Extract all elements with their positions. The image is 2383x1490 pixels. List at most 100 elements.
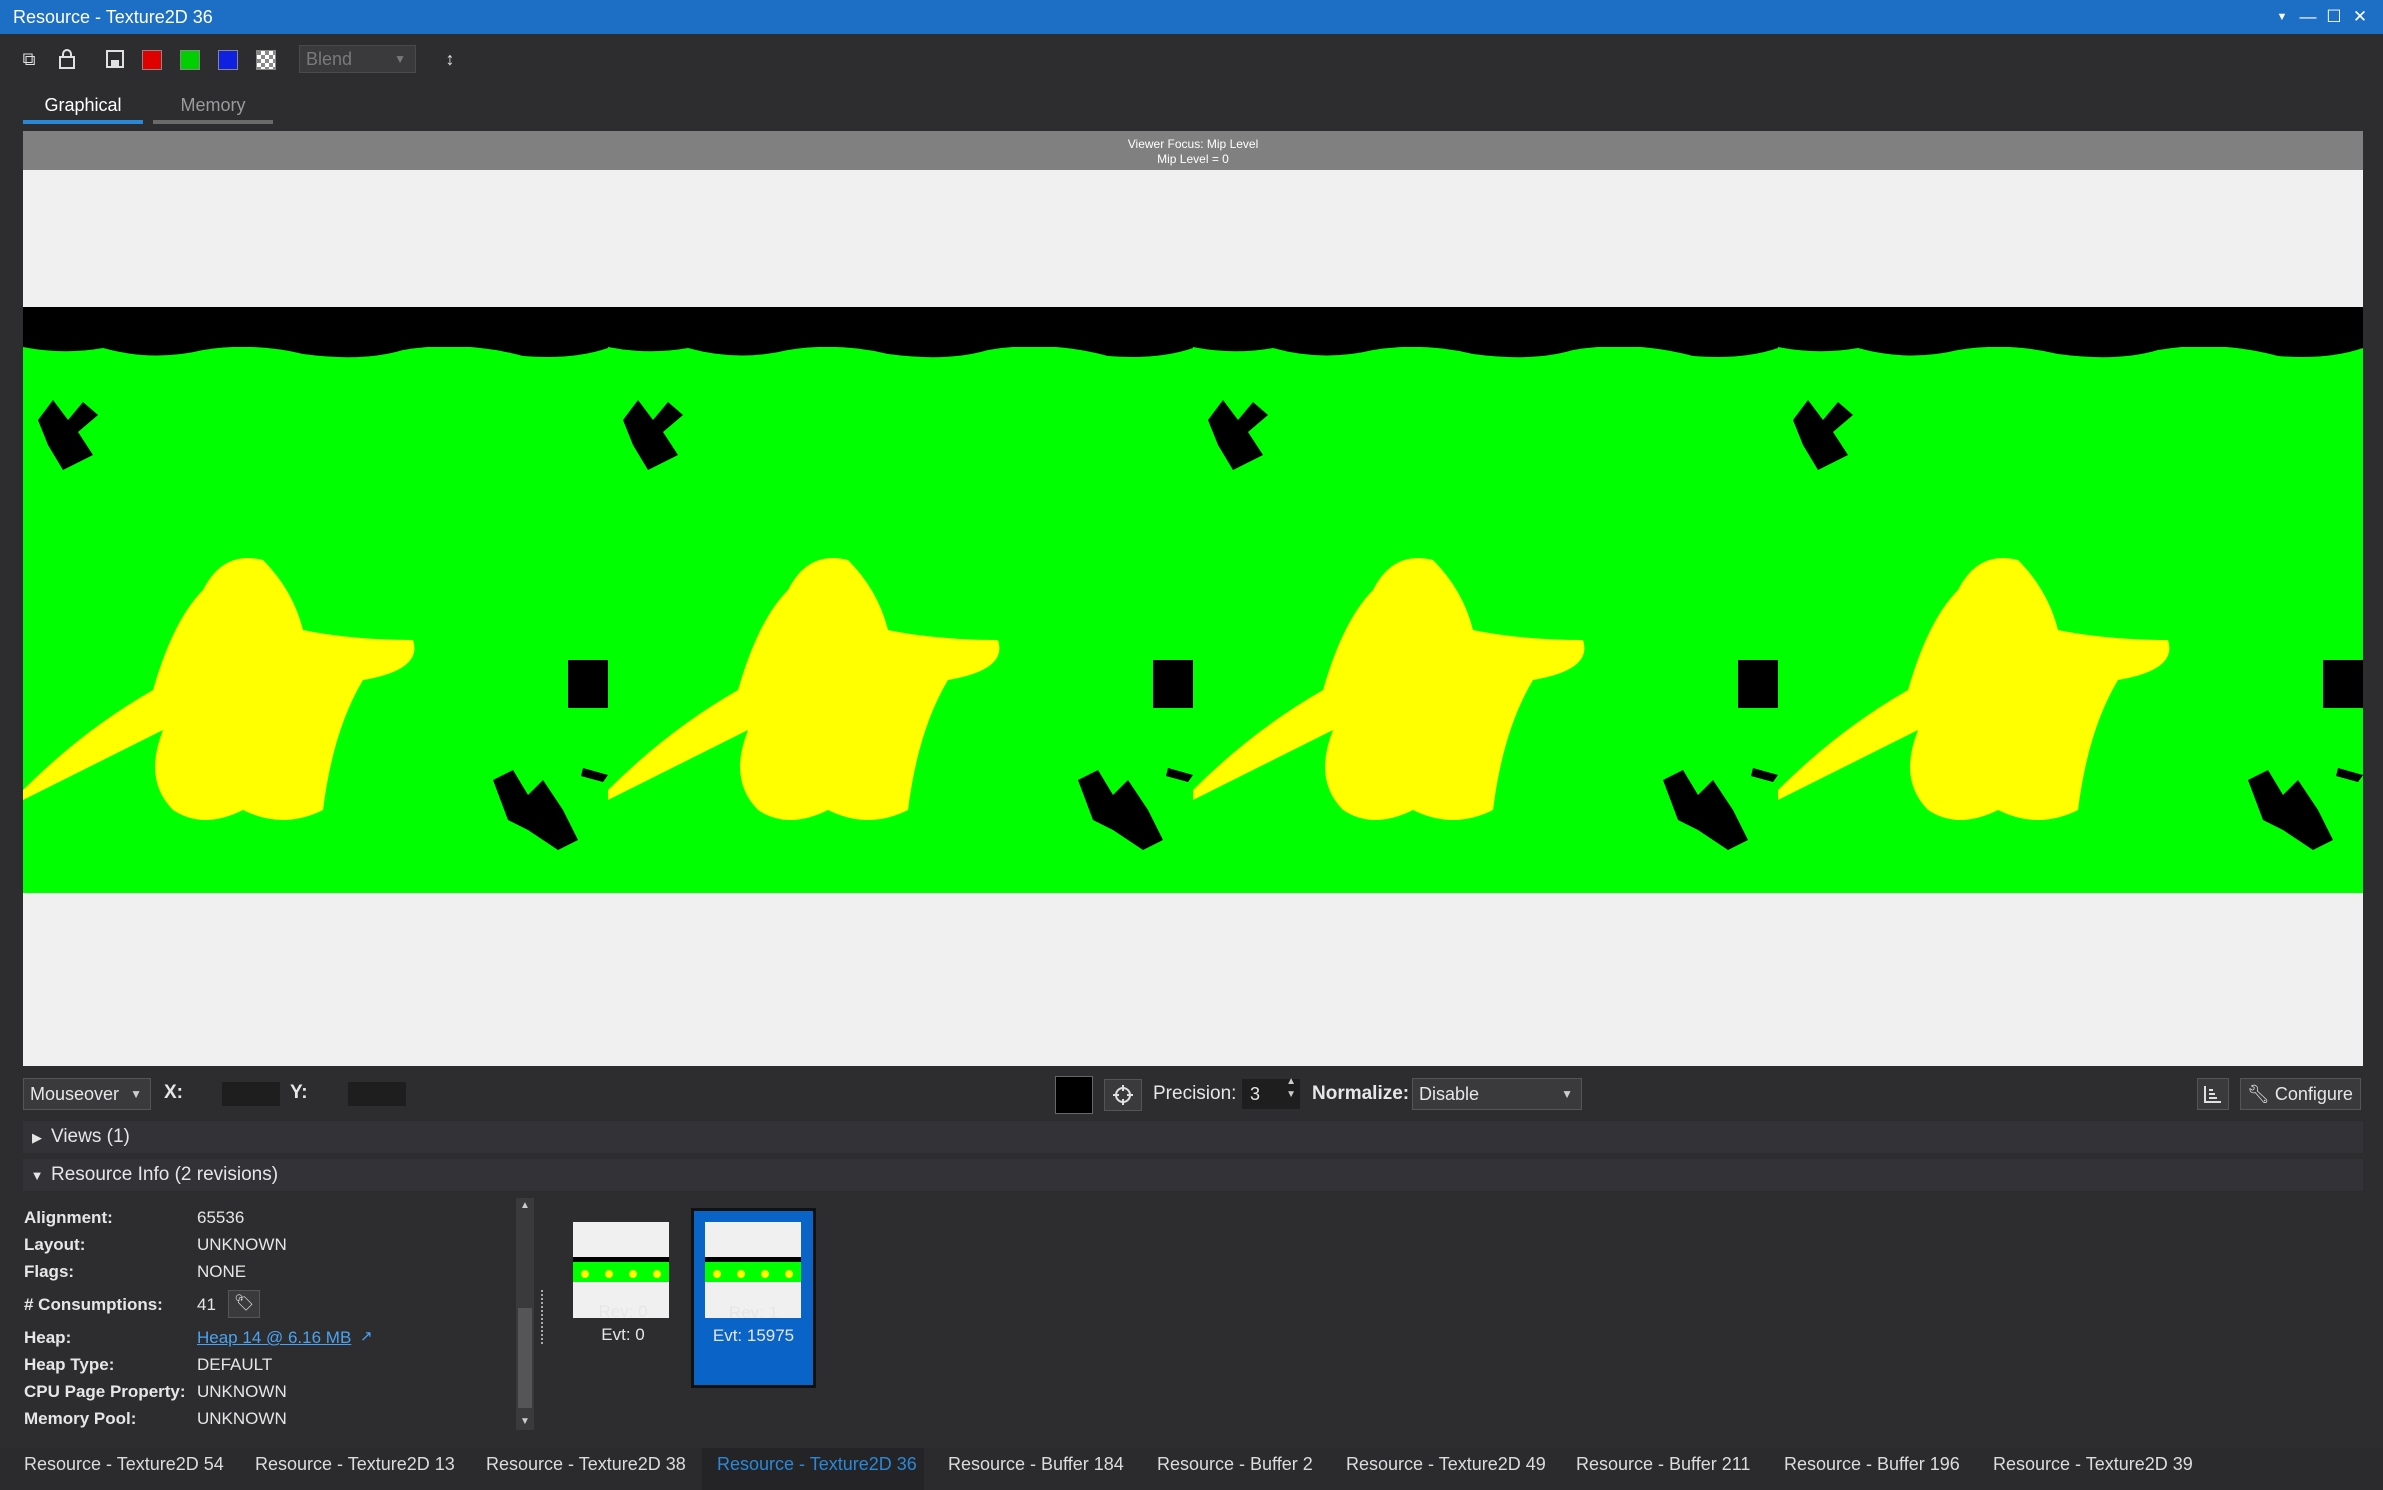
doc-tab-buffer-2[interactable]: Resource - Buffer 2 — [1157, 1454, 1313, 1475]
texture-dark-square — [2323, 660, 2363, 708]
pixel-color-swatch — [1055, 1076, 1093, 1114]
thumbnail-yellow-dot — [605, 1270, 613, 1278]
collapse-arrow-icon: ▼ — [30, 1168, 44, 1183]
texture-viewer[interactable] — [23, 170, 2363, 1066]
tab-memory[interactable]: Memory — [153, 90, 273, 124]
info-key: Memory Pool: — [24, 1409, 137, 1428]
texture-dark-square — [568, 660, 608, 708]
consumptions-tag-button[interactable]: 🏷︎ — [228, 1290, 260, 1318]
thumbnail-dark-strip — [705, 1257, 801, 1262]
minimize-icon[interactable]: — — [2296, 5, 2320, 29]
revision-card-1[interactable]: Rev: 1 Evt: 15975 — [691, 1208, 816, 1388]
window-menu-icon[interactable]: ▼ — [2270, 5, 2294, 29]
heap-link[interactable]: Heap 14 @ 6.16 MB — [197, 1328, 351, 1348]
precision-value: 3 — [1250, 1084, 1261, 1104]
title-bar: Resource - Texture2D 36 ▼ — ☐ ✕ — [0, 0, 2383, 34]
mip-level-line: Mip Level = 0 — [1157, 152, 1229, 166]
doc-tab-buffer-211[interactable]: Resource - Buffer 211 — [1576, 1454, 1750, 1475]
info-scrollbar[interactable]: ▲ ▼ — [516, 1198, 534, 1430]
maximize-icon[interactable]: ☐ — [2322, 5, 2346, 29]
scroll-up-icon[interactable]: ▲ — [516, 1198, 534, 1214]
blend-dropdown[interactable]: Blend ▼ — [299, 45, 416, 73]
copy-icon[interactable]: ⧉ — [14, 45, 44, 73]
blend-label: Blend — [306, 49, 353, 69]
scrollbar-thumb[interactable] — [518, 1308, 532, 1408]
external-link-icon[interactable]: ↗ — [360, 1327, 373, 1345]
doc-tab-texture2d-39[interactable]: Resource - Texture2D 39 — [1993, 1454, 2193, 1475]
doc-tab-texture2d-36[interactable]: Resource - Texture2D 36 — [717, 1454, 917, 1475]
normalize-dropdown[interactable]: Disable ▼ — [1412, 1078, 1582, 1110]
info-value: DEFAULT — [197, 1355, 273, 1374]
precision-label: Precision: — [1153, 1083, 1237, 1104]
scroll-down-icon[interactable]: ▼ — [516, 1414, 534, 1430]
blue-channel-toggle[interactable] — [218, 50, 238, 70]
info-value: UNKNOWN — [197, 1409, 287, 1428]
info-value: 65536 — [197, 1208, 245, 1227]
y-label: Y: — [290, 1082, 308, 1103]
pixel-picker-button[interactable] — [1104, 1079, 1142, 1111]
green-channel-toggle[interactable] — [180, 50, 200, 70]
texture-image — [23, 307, 2363, 893]
texture-dark-strip — [23, 307, 2363, 347]
info-value: UNKNOWN — [197, 1382, 287, 1401]
splitter-handle[interactable] — [541, 1290, 549, 1344]
resource-info-title: Resource Info (2 revisions) — [51, 1164, 279, 1185]
info-key: Heap: — [24, 1328, 72, 1347]
texture-dark-square — [1738, 660, 1778, 708]
alpha-channel-toggle[interactable] — [256, 50, 276, 70]
wrench-icon: 🔧︎ — [2247, 1084, 2270, 1104]
info-key: # Consumptions: — [24, 1295, 163, 1314]
histogram-button[interactable] — [2197, 1078, 2229, 1110]
texture-dark-square — [1153, 660, 1193, 708]
doc-tab-texture2d-54[interactable]: Resource - Texture2D 54 — [24, 1454, 224, 1475]
mouseover-dropdown[interactable]: Mouseover ▼ — [23, 1078, 151, 1110]
expand-arrow-icon: ▶ — [32, 1130, 42, 1145]
configure-button[interactable]: 🔧︎ Configure — [2240, 1078, 2361, 1110]
info-key: Alignment: — [24, 1208, 113, 1227]
save-icon[interactable] — [100, 45, 130, 73]
x-coordinate-field — [222, 1082, 280, 1106]
info-value: UNKNOWN — [197, 1235, 287, 1254]
viewer-focus-line: Viewer Focus: Mip Level — [1127, 137, 1259, 151]
info-value: NONE — [197, 1262, 247, 1281]
revision-event: Evt: 15975 — [712, 1326, 795, 1345]
close-icon[interactable]: ✕ — [2348, 5, 2372, 29]
thumbnail-yellow-dot — [713, 1270, 721, 1278]
window-title: Resource - Texture2D 36 — [13, 7, 213, 27]
info-key: Heap Type: — [24, 1355, 115, 1374]
lock-icon[interactable] — [52, 45, 82, 73]
chevron-down-icon: ▼ — [130, 1087, 142, 1101]
views-title: Views (1) — [51, 1126, 130, 1147]
revision-number: Rev: 0 — [598, 1302, 648, 1321]
vertical-flip-icon[interactable]: ↕ — [435, 45, 465, 73]
x-label: X: — [164, 1082, 183, 1103]
viewer-focus-header: Viewer Focus: Mip Level Mip Level = 0 — [23, 131, 2363, 170]
doc-tab-texture2d-38[interactable]: Resource - Texture2D 38 — [486, 1454, 686, 1475]
thumbnail-yellow-dot — [653, 1270, 661, 1278]
normalize-value: Disable — [1419, 1084, 1480, 1104]
chevron-down-icon: ▼ — [1561, 1087, 1573, 1101]
doc-tab-buffer-184[interactable]: Resource - Buffer 184 — [948, 1454, 1124, 1475]
tab-graphical[interactable]: Graphical — [23, 90, 143, 124]
resource-info-section-header[interactable]: ▼ Resource Info (2 revisions) — [23, 1159, 2363, 1191]
doc-tab-texture2d-49[interactable]: Resource - Texture2D 49 — [1346, 1454, 1546, 1475]
views-section-header[interactable]: ▶ Views (1) — [23, 1121, 2363, 1153]
revision-card-0[interactable]: Rev: 0 Evt: 0 — [563, 1210, 683, 1385]
mode-label: Mouseover — [30, 1084, 120, 1104]
info-key: Flags: — [24, 1262, 75, 1281]
red-channel-toggle[interactable] — [142, 50, 162, 70]
normalize-label: Normalize: — [1312, 1083, 1410, 1104]
thumbnail-yellow-dot — [785, 1270, 793, 1278]
spinner-icon[interactable]: ▲ ▼ — [1286, 1075, 1296, 1101]
histogram-icon — [2204, 1086, 2221, 1103]
thumbnail-yellow-dot — [581, 1270, 589, 1278]
revision-event: Evt: 0 — [601, 1325, 645, 1344]
doc-tab-texture2d-13[interactable]: Resource - Texture2D 13 — [255, 1454, 455, 1475]
precision-input[interactable]: 3 ▲ ▼ — [1242, 1076, 1300, 1109]
doc-tab-buffer-196[interactable]: Resource - Buffer 196 — [1784, 1454, 1960, 1475]
info-value: 41 — [197, 1295, 216, 1314]
crosshair-icon — [1113, 1085, 1133, 1105]
thumbnail-yellow-dot — [761, 1270, 769, 1278]
info-key: CPU Page Property: — [24, 1382, 186, 1401]
thumbnail-yellow-dot — [737, 1270, 745, 1278]
